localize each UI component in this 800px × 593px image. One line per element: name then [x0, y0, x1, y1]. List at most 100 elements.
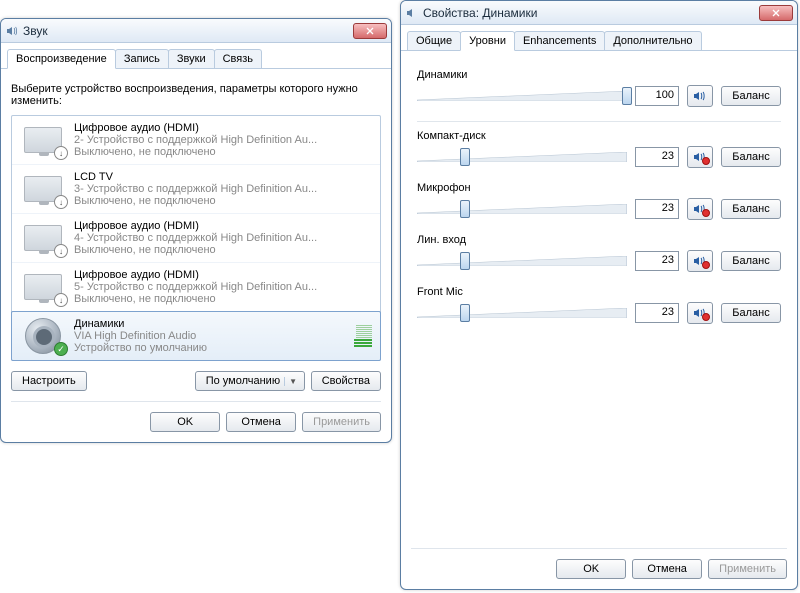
separator	[417, 121, 781, 122]
device-status: Выключено, не подключено	[74, 293, 320, 305]
volume-value[interactable]: 23	[635, 147, 679, 167]
speaker-icon: ✓	[20, 318, 66, 354]
level-meter	[354, 325, 372, 347]
slider-thumb[interactable]	[460, 200, 470, 218]
balance-button[interactable]: Баланс	[721, 147, 781, 167]
device-desc: 4- Устройство с поддержкой High Definiti…	[74, 232, 320, 244]
balance-button[interactable]: Баланс	[721, 86, 781, 106]
tab-связь[interactable]: Связь	[214, 49, 262, 68]
level-label: Динамики	[417, 69, 781, 81]
level-group: Динамики 100 Баланс	[417, 69, 781, 107]
tab-дополнительно[interactable]: Дополнительно	[604, 31, 701, 50]
mute-button[interactable]	[687, 250, 713, 272]
window-title: Звук	[23, 24, 353, 38]
device-name: Динамики	[74, 318, 354, 330]
device-status: Выключено, не подключено	[74, 146, 320, 158]
check-icon: ✓	[54, 342, 68, 356]
device-status: Устройство по умолчанию	[74, 342, 320, 354]
set-default-label: По умолчанию	[206, 375, 280, 387]
slider-thumb[interactable]	[460, 304, 470, 322]
device-row[interactable]: ↓ Цифровое аудио (HDMI)2- Устройство с по…	[12, 116, 380, 165]
arrow-down-icon: ↓	[54, 293, 68, 307]
slider-thumb[interactable]	[460, 148, 470, 166]
apply-button[interactable]: Применить	[708, 559, 787, 579]
tab-воспроизведение[interactable]: Воспроизведение	[7, 49, 116, 69]
tab-общие[interactable]: Общие	[407, 31, 461, 50]
muted-icon	[702, 313, 710, 321]
device-row[interactable]: ↓ Цифровое аудио (HDMI)4- Устройство с по…	[12, 214, 380, 263]
device-list: ↓Цифровое аудио (HDMI)2- Устройство с по…	[11, 115, 381, 361]
sound-window: Звук ВоспроизведениеЗаписьЗвукиСвязь Выб…	[0, 18, 392, 443]
monitor-icon: ↓	[20, 122, 66, 158]
speaker-icon	[5, 24, 19, 38]
speaker-properties-window: Свойства: Динамики ОбщиеУровниEnhancemen…	[400, 0, 798, 590]
monitor-icon: ↓	[20, 220, 66, 256]
tab-enhancements[interactable]: Enhancements	[514, 31, 605, 50]
level-label: Лин. вход	[417, 234, 781, 246]
titlebar[interactable]: Звук	[1, 19, 391, 43]
monitor-icon: ↓	[20, 171, 66, 207]
tab-звуки[interactable]: Звуки	[168, 49, 215, 68]
cancel-button[interactable]: Отмена	[226, 412, 296, 432]
balance-button[interactable]: Баланс	[721, 303, 781, 323]
level-group: Компакт-диск 23 Баланс	[417, 130, 781, 168]
arrow-down-icon: ↓	[54, 244, 68, 258]
device-desc: 3- Устройство с поддержкой High Definiti…	[74, 183, 320, 195]
volume-slider[interactable]	[417, 85, 627, 107]
ok-button[interactable]: OK	[556, 559, 626, 579]
volume-slider[interactable]	[417, 198, 627, 220]
device-row[interactable]: ✓ ДинамикиVIA High Definition AudioУстрой…	[11, 311, 381, 361]
ok-button[interactable]: OK	[150, 412, 220, 432]
muted-icon	[702, 261, 710, 269]
device-name: Цифровое аудио (HDMI)	[74, 269, 372, 281]
device-name: LCD TV	[74, 171, 372, 183]
device-desc: 5- Устройство с поддержкой High Definiti…	[74, 281, 320, 293]
device-desc: VIA High Definition Audio	[74, 330, 320, 342]
muted-icon	[702, 209, 710, 217]
tab-запись[interactable]: Запись	[115, 49, 169, 68]
device-name: Цифровое аудио (HDMI)	[74, 122, 372, 134]
close-button[interactable]	[353, 23, 387, 39]
mute-button[interactable]	[687, 198, 713, 220]
volume-value[interactable]: 100	[635, 86, 679, 106]
titlebar[interactable]: Свойства: Динамики	[401, 1, 797, 25]
tabstrip: ОбщиеУровниEnhancementsДополнительно	[401, 27, 797, 51]
arrow-down-icon: ↓	[54, 146, 68, 160]
arrow-down-icon: ↓	[54, 195, 68, 209]
window-title: Свойства: Динамики	[423, 6, 759, 20]
device-name: Цифровое аудио (HDMI)	[74, 220, 372, 232]
volume-value[interactable]: 23	[635, 199, 679, 219]
close-button[interactable]	[759, 5, 793, 21]
mute-button[interactable]	[687, 146, 713, 168]
device-status: Выключено, не подключено	[74, 195, 320, 207]
muted-icon	[702, 157, 710, 165]
cancel-button[interactable]: Отмена	[632, 559, 702, 579]
device-status: Выключено, не подключено	[74, 244, 320, 256]
configure-button[interactable]: Настроить	[11, 371, 87, 391]
device-row[interactable]: ↓ Цифровое аудио (HDMI)5- Устройство с по…	[12, 263, 380, 312]
level-label: Front Mic	[417, 286, 781, 298]
balance-button[interactable]: Баланс	[721, 251, 781, 271]
set-default-button[interactable]: По умолчанию ▼	[195, 371, 305, 391]
volume-value[interactable]: 23	[635, 251, 679, 271]
level-group: Микрофон23Баланс	[417, 182, 781, 220]
volume-value[interactable]: 23	[635, 303, 679, 323]
level-label: Компакт-диск	[417, 130, 781, 142]
mute-button[interactable]	[687, 85, 713, 107]
balance-button[interactable]: Баланс	[721, 199, 781, 219]
properties-button[interactable]: Свойства	[311, 371, 381, 391]
mute-button[interactable]	[687, 302, 713, 324]
apply-button[interactable]: Применить	[302, 412, 381, 432]
slider-thumb[interactable]	[622, 87, 632, 105]
device-desc: 2- Устройство с поддержкой High Definiti…	[74, 134, 320, 146]
chevron-down-icon: ▼	[284, 377, 297, 386]
tab-уровни[interactable]: Уровни	[460, 31, 515, 51]
volume-slider[interactable]	[417, 146, 627, 168]
device-row[interactable]: ↓ LCD TV3- Устройство с поддержкой High D…	[12, 165, 380, 214]
slider-thumb[interactable]	[460, 252, 470, 270]
monitor-icon: ↓	[20, 269, 66, 305]
tabstrip: ВоспроизведениеЗаписьЗвукиСвязь	[1, 45, 391, 69]
volume-slider[interactable]	[417, 250, 627, 272]
speaker-icon	[405, 6, 419, 20]
volume-slider[interactable]	[417, 302, 627, 324]
